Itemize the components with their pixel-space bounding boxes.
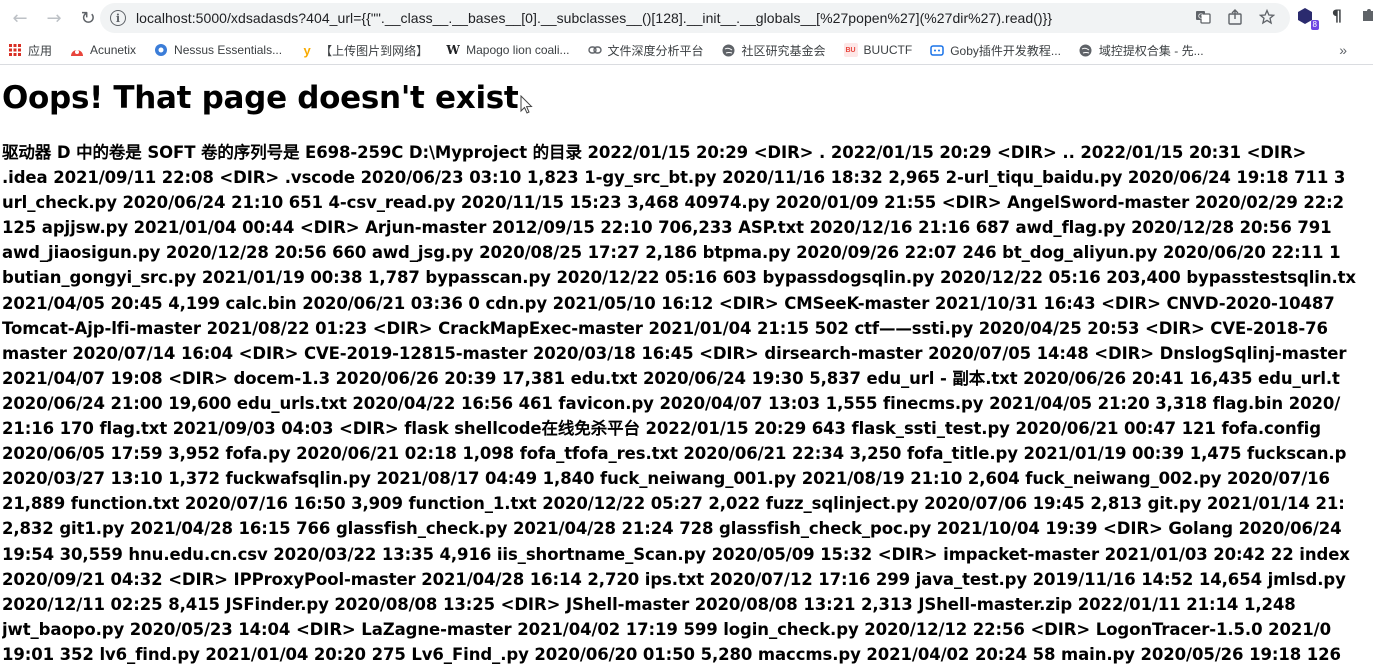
mouse-cursor-icon xyxy=(520,95,533,114)
listing-line: 19:01 352 lv6_find.py 2021/01/04 20:20 2… xyxy=(2,644,1341,664)
bookmark-label: 文件深度分析平台 xyxy=(607,43,704,58)
listing-line: Tomcat-Ajp-lfi-master 2021/08/22 01:23 <… xyxy=(2,318,1328,338)
bookmark-label: Goby插件开发教程... xyxy=(950,43,1061,58)
listing-line: 驱动器 D 中的卷是 SOFT 卷的序列号是 E698-259C D:\Mypr… xyxy=(2,143,1307,162)
star-icon[interactable] xyxy=(1258,8,1276,27)
bookmark-label: 【上传图片到网络】 xyxy=(320,43,429,58)
bookmark-label: 社区研究基金会 xyxy=(741,43,826,58)
listing-line: .idea 2021/09/11 22:08 <DIR> .vscode 202… xyxy=(2,168,1346,188)
page-title: Oops! That page doesn't exist. xyxy=(2,80,530,116)
bookmark-label: Acunetix xyxy=(90,43,137,57)
nessus-icon xyxy=(154,43,168,57)
buuctf-icon: BU xyxy=(843,43,858,57)
bookmark-item[interactable]: 社区研究基金会 xyxy=(722,42,826,59)
wikipedia-icon: W xyxy=(446,43,460,57)
pilcrow-icon[interactable]: ¶ xyxy=(1327,6,1347,26)
bookmarks-bar: 应用 Acunetix Nessus Essentials... y 【上传图片到网络】… xyxy=(0,36,1373,65)
globe-icon xyxy=(1079,43,1093,57)
bookmark-label: 应用 xyxy=(28,43,53,58)
puzzle-icon[interactable] xyxy=(1359,6,1373,26)
listing-line: 2020/06/24 21:00 19,600 edu_urls.txt 202… xyxy=(2,393,1341,413)
bookmark-item[interactable]: W Mapogo lion coali... xyxy=(446,43,569,57)
reload-icon[interactable]: ↻ xyxy=(74,4,102,32)
listing-line: butian_gongyi_src.py 2021/01/19 00:38 1,… xyxy=(2,268,1356,288)
apps-grid-icon xyxy=(8,43,22,57)
bookmark-item[interactable]: 域控提权合集 - 先... xyxy=(1079,42,1204,59)
url-text[interactable]: localhost:5000/xdsadasds?404_url={{"".__… xyxy=(136,10,1052,26)
more-bookmarks-icon[interactable]: » xyxy=(1339,42,1347,58)
bookmark-item[interactable]: 文件深度分析平台 xyxy=(587,42,704,59)
arrow-right-icon[interactable]: → xyxy=(40,4,68,32)
listing-line: 19:54 30,559 hnu.edu.cn.csv 2020/03/22 1… xyxy=(2,544,1350,564)
listing-line: url_check.py 2020/06/24 21:10 651 4-csv_… xyxy=(2,193,1345,213)
page-content: Oops! That page doesn't exist. xyxy=(2,78,1373,118)
bookmark-item[interactable]: Goby插件开发教程... xyxy=(930,42,1061,59)
translate-icon[interactable]: G xyxy=(1194,9,1212,27)
bookmark-item[interactable]: 应用 xyxy=(8,42,52,59)
arrow-left-icon[interactable]: ← xyxy=(6,4,34,32)
bookmark-label: Mapogo lion coali... xyxy=(466,43,570,57)
goby-icon xyxy=(930,43,944,57)
bookmark-label: BUUCTF xyxy=(863,43,913,57)
bookmark-item[interactable]: BU BUUCTF xyxy=(843,43,913,57)
extension-badge-icon[interactable]: 8 xyxy=(1295,6,1319,30)
listing-line: 2020/06/05 17:59 3,952 fofa.py 2020/06/2… xyxy=(2,444,1347,464)
listing-line: 21:16 170 flag.txt 2021/09/03 04:03 <DIR… xyxy=(2,419,1321,439)
listing-line: master 2020/07/14 16:04 <DIR> CVE-2019-1… xyxy=(2,343,1347,363)
globe-icon xyxy=(722,43,736,57)
browser-toolbar: ← → ↻ i localhost:5000/xdsadasds?404_url… xyxy=(0,0,1373,36)
share-icon[interactable] xyxy=(1226,9,1244,27)
listing-line: 2,832 git1.py 2021/04/28 16:15 766 glass… xyxy=(2,519,1342,539)
listing-line: awd_jiaosigun.py 2020/12/28 20:56 660 aw… xyxy=(2,243,1341,263)
svg-text:G: G xyxy=(1198,13,1203,21)
listing-line: 2020/03/27 13:10 1,372 fuckwafsqlin.py 2… xyxy=(2,469,1330,489)
address-bar[interactable]: i localhost:5000/xdsadasds?404_url={{"".… xyxy=(100,3,1290,33)
listing-line: 21,889 function.txt 2020/07/16 16:50 3,9… xyxy=(2,494,1345,514)
bookmark-label: Nessus Essentials... xyxy=(174,43,283,57)
bookmark-item[interactable]: y 【上传图片到网络】 xyxy=(300,42,428,59)
listing-line: 2020/09/21 04:32 <DIR> IPProxyPool-maste… xyxy=(2,569,1346,589)
info-icon[interactable]: i xyxy=(110,10,126,26)
listing-line: 2021/04/05 20:45 4,199 calc.bin 2020/06/… xyxy=(2,293,1335,313)
listing-line: 125 apjjsw.py 2021/01/04 00:44 <DIR> Arj… xyxy=(2,218,1332,238)
link-icon xyxy=(587,43,602,57)
y-logo-icon: y xyxy=(303,42,311,58)
listing-line: jwt_baopo.py 2020/05/23 14:04 <DIR> LaZa… xyxy=(2,619,1331,639)
bookmark-label: 域控提权合集 - 先... xyxy=(1098,43,1204,58)
listing-line: 2020/12/11 02:25 8,415 JSFinder.py 2020/… xyxy=(2,594,1296,614)
bookmark-item[interactable]: Acunetix xyxy=(70,43,136,57)
acunetix-icon xyxy=(70,43,84,57)
bookmark-item[interactable]: Nessus Essentials... xyxy=(154,43,282,57)
listing-line: 2021/04/07 19:08 <DIR> docem-1.3 2020/06… xyxy=(2,368,1340,388)
directory-listing: 驱动器 D 中的卷是 SOFT 卷的序列号是 E698-259C D:\Mypr… xyxy=(2,140,1373,667)
